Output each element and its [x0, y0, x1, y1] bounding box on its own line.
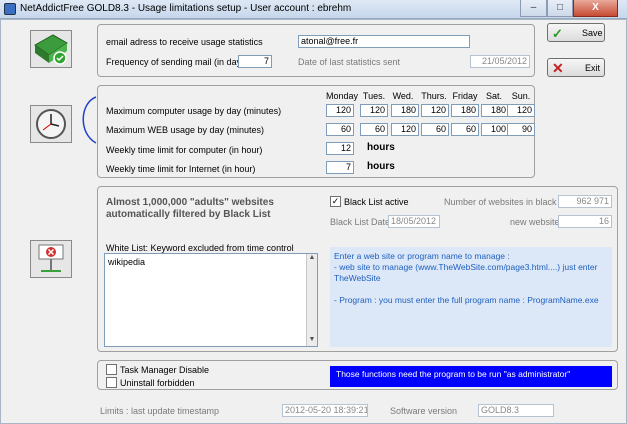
mail-icon	[30, 30, 72, 68]
save-label: Save	[582, 28, 603, 38]
uninstall-label: Uninstall forbidden	[120, 378, 195, 388]
whitelist-textarea[interactable]: wikipedia ▲ ▼	[104, 253, 318, 347]
day-header-tuesday: Tues.	[362, 91, 386, 101]
last-sent-label: Date of last statistics sent	[298, 57, 401, 67]
whitelist-entry: wikipedia	[108, 257, 146, 267]
admin-group: Task Manager Disable Uninstall forbidden…	[97, 360, 618, 390]
computer-usage-tuesday[interactable]: 120	[360, 104, 388, 117]
exit-label: Exit	[585, 63, 601, 73]
window-title: NetAddictFree GOLD8.3 - Usage limitation…	[20, 3, 352, 14]
computer-usage-sunday[interactable]: 120	[507, 104, 535, 117]
help-panel: Enter a web site or program name to mana…	[330, 247, 612, 347]
frequency-input[interactable]: 7	[238, 55, 272, 68]
help-line: - web site to manage (www.TheWebSite.com…	[334, 262, 598, 283]
exit-icon: ✕	[552, 60, 564, 76]
web-usage-friday[interactable]: 60	[451, 123, 479, 136]
app-icon	[4, 3, 16, 15]
blacklist-active-label: Black List active	[344, 197, 409, 207]
blacklist-group: Almost 1,000,000 "adults" websites autom…	[97, 186, 618, 352]
blacklist-headline: Almost 1,000,000 "adults" websites autom…	[106, 197, 274, 220]
close-button[interactable]: X	[573, 0, 618, 17]
blacklist-active-checkbox[interactable]: ✓	[330, 196, 341, 207]
blacklist-count-label: Number of websites in black list	[444, 197, 571, 207]
computer-usage-monday[interactable]: 120	[326, 104, 354, 117]
admin-note: Those functions need the program to be r…	[330, 366, 612, 387]
blacklist-count-value: 962 971	[558, 195, 612, 208]
email-label: email adress to receive usage statistics	[106, 37, 263, 47]
web-usage-tuesday[interactable]: 60	[360, 123, 388, 136]
title-bar: NetAddictFree GOLD8.3 - Usage limitation…	[0, 0, 627, 19]
web-usage-wednesday[interactable]: 120	[391, 123, 419, 136]
web-usage-saturday[interactable]: 100	[481, 123, 509, 136]
help-line	[334, 284, 608, 295]
email-input[interactable]: atonal@free.fr	[298, 35, 470, 48]
whitelist-label: White List: Keyword excluded from time c…	[106, 243, 294, 253]
save-icon: ✓	[552, 26, 563, 41]
minimize-button[interactable]: –	[520, 0, 547, 17]
weekly-computer-label: Weekly time limit for computer (in hour)	[106, 145, 263, 155]
maximize-button[interactable]: □	[547, 0, 573, 17]
blacklist-date-label: Black List Date	[330, 217, 391, 227]
scroll-down-icon[interactable]: ▼	[307, 336, 317, 346]
uninstall-checkbox[interactable]	[106, 377, 117, 388]
limits-timestamp-label: Limits : last update timestamp	[100, 406, 220, 416]
weekly-computer-unit: hours	[367, 142, 395, 153]
day-header-monday: Monday	[326, 91, 359, 101]
help-line: Enter a web site or program name to mana…	[334, 251, 510, 261]
blacklist-date-value: 18/05/2012	[388, 215, 440, 228]
blacklist-icon	[30, 240, 72, 278]
day-header-friday: Friday	[452, 91, 478, 101]
day-header-saturday: Sat.	[485, 91, 502, 101]
software-version-value: GOLD8.3	[478, 404, 554, 417]
task-manager-label: Task Manager Disable	[120, 365, 210, 375]
computer-usage-saturday[interactable]: 180	[481, 104, 509, 117]
limits-timestamp-value: 2012-05-20 18:39:21	[282, 404, 368, 417]
new-websites-value: 16	[558, 215, 612, 228]
new-websites-label: new websites	[510, 217, 565, 227]
exit-button[interactable]: ✕ Exit	[547, 58, 605, 77]
weekly-internet-unit: hours	[367, 161, 395, 172]
save-button[interactable]: ✓ Save	[547, 23, 605, 42]
software-version-label: Software version	[390, 406, 458, 416]
scroll-up-icon[interactable]: ▲	[307, 254, 317, 264]
computer-usage-wednesday[interactable]: 180	[391, 104, 419, 117]
mail-settings-group: email adress to receive usage statistics…	[97, 24, 535, 77]
help-line: - Program : you must enter the full prog…	[334, 295, 599, 305]
web-usage-label: Maximum WEB usage by day (minutes)	[106, 125, 265, 135]
day-header-sunday: Sun.	[511, 91, 531, 101]
whitelist-scrollbar[interactable]: ▲ ▼	[306, 254, 317, 346]
bracket-curve-icon	[82, 96, 97, 144]
web-usage-monday[interactable]: 60	[326, 123, 354, 136]
task-manager-checkbox[interactable]	[106, 364, 117, 375]
computer-usage-friday[interactable]: 180	[451, 104, 479, 117]
frequency-label: Frequency of sending mail (in days)	[106, 57, 249, 67]
clock-icon	[30, 105, 72, 143]
weekly-computer-input[interactable]: 12	[326, 142, 354, 155]
day-header-thursday: Thurs.	[421, 91, 447, 101]
computer-usage-label: Maximum computer usage by day (minutes)	[106, 106, 282, 116]
weekly-internet-label: Weekly time limit for Internet (in hour)	[106, 164, 256, 174]
web-usage-sunday[interactable]: 90	[507, 123, 535, 136]
weekly-internet-input[interactable]: 7	[326, 161, 354, 174]
usage-limits-group: Monday Tues. Wed. Thurs. Friday Sat. Sun…	[97, 85, 535, 178]
last-sent-value: 21/05/2012	[470, 55, 530, 68]
day-header-wednesday: Wed.	[392, 91, 414, 101]
web-usage-thursday[interactable]: 60	[421, 123, 449, 136]
computer-usage-thursday[interactable]: 120	[421, 104, 449, 117]
